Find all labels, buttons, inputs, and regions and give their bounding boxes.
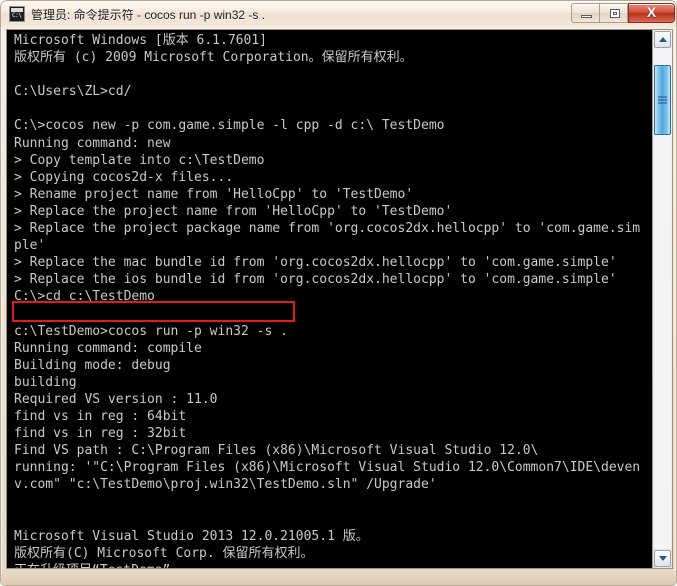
- minimize-icon: [581, 14, 592, 18]
- maximize-icon: [610, 8, 620, 18]
- console-line: C:\>cd c:\TestDemo: [14, 289, 155, 305]
- console-line: Required VS version : 11.0: [14, 391, 218, 407]
- console-scrollbar[interactable]: [652, 30, 672, 568]
- scrollbar-thumb[interactable]: [654, 65, 671, 135]
- console-line: > Replace the mac bundle id from 'org.co…: [14, 255, 617, 271]
- console-line: ple': [14, 238, 46, 254]
- console-line: Running command: new: [14, 135, 171, 151]
- console-line: v.com" "c:\TestDemo\proj.win32\TestDemo.…: [14, 477, 437, 493]
- window-bottom-bevel: [1, 569, 676, 585]
- console-line: Microsoft Visual Studio 2013 12.0.21005.…: [14, 528, 369, 544]
- close-button[interactable]: X: [628, 2, 675, 23]
- console-line: building: [14, 374, 77, 390]
- console-line: Microsoft Windows [版本 6.1.7601]: [14, 33, 267, 48]
- console-line: C:\Users\ZL>cd/: [14, 84, 132, 100]
- console-text-lines: Microsoft Windows [版本 6.1.7601] 版权所有 (c) …: [7, 31, 652, 568]
- console-line: C:\>cocos new -p com.game.simple -l cpp …: [14, 118, 445, 134]
- console-line: find vs in reg : 64bit: [14, 409, 187, 425]
- console-line: > Rename project name from 'HelloCpp' to…: [14, 186, 414, 202]
- console-line: Running command: compile: [14, 340, 202, 356]
- command-prompt-window: C:\ 管理员: 命令提示符 - cocos run -p win32 -s .…: [0, 0, 677, 586]
- window-controls: X: [571, 2, 675, 23]
- scrollbar-up-button[interactable]: [654, 31, 671, 48]
- chevron-up-icon: [658, 37, 667, 42]
- console-client-area: Microsoft Windows [版本 6.1.7601] 版权所有 (c) …: [6, 29, 673, 569]
- minimize-button[interactable]: [571, 2, 600, 23]
- console-line: find vs in reg : 32bit: [14, 426, 187, 442]
- console-line: 版权所有 (c) 2009 Microsoft Corporation。保留所有…: [14, 50, 413, 66]
- command-prompt-icon-glyph: C:\: [12, 12, 22, 19]
- console-line: Building mode: debug: [14, 357, 171, 373]
- console-line: > Replace the project name from 'HelloCp…: [14, 203, 453, 219]
- scrollbar-down-button[interactable]: [654, 550, 671, 567]
- window-titlebar[interactable]: C:\ 管理员: 命令提示符 - cocos run -p win32 -s .…: [1, 1, 676, 27]
- close-icon: X: [646, 4, 657, 20]
- console-line: Find VS path : C:\Program Files (x86)\Mi…: [14, 443, 539, 459]
- console-line: > Replace the ios bundle id from 'org.co…: [14, 272, 617, 288]
- console-line: 版权所有(C) Microsoft Corp. 保留所有权利。: [14, 545, 314, 561]
- scrollbar-grip-icon: [658, 96, 667, 104]
- console-line: > Replace the project package name from …: [14, 221, 641, 237]
- console-line: > Copying cocos2d-x files...: [14, 169, 234, 185]
- console-line: running: '"C:\Program Files (x86)\Micros…: [14, 460, 641, 476]
- scrollbar-track[interactable]: [654, 49, 671, 549]
- console-line: c:\TestDemo>cocos run -p win32 -s .: [14, 323, 288, 339]
- maximize-button[interactable]: [599, 2, 628, 23]
- command-prompt-icon[interactable]: C:\: [9, 6, 25, 22]
- console-line: 正在升级项目“TestDemo”...: [14, 562, 652, 568]
- console-line: > Copy template into c:\TestDemo: [14, 152, 265, 168]
- console-output-area[interactable]: Microsoft Windows [版本 6.1.7601] 版权所有 (c) …: [7, 30, 652, 568]
- chevron-down-icon: [658, 556, 667, 561]
